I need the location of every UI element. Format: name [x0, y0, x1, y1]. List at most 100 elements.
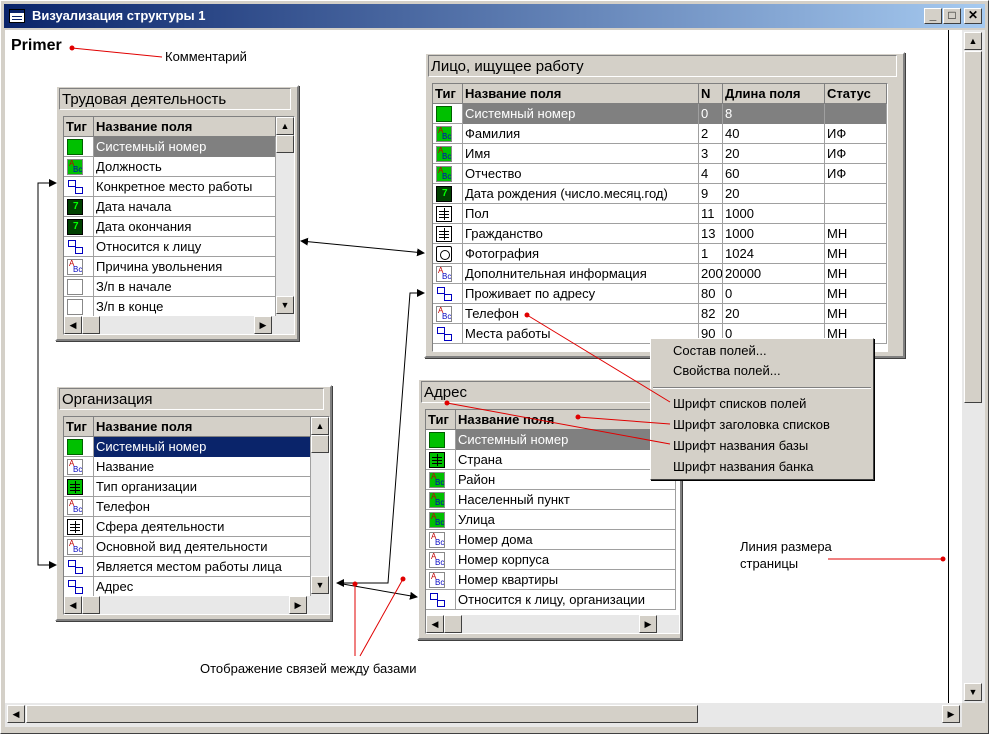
table-scroll-thumb[interactable] — [276, 135, 294, 153]
field-row[interactable]: Относится к лицу, организации — [426, 590, 676, 610]
field-row[interactable]: Тип организации — [64, 477, 311, 497]
field-row[interactable]: Дата рождения (число.месяц.год)920 — [433, 184, 887, 204]
column-header[interactable]: Статус — [825, 84, 887, 104]
field-row[interactable]: Сфера деятельности — [64, 517, 311, 537]
field-row[interactable]: Системный номер — [64, 137, 276, 157]
scroll-up-button[interactable]: ▲ — [964, 32, 982, 50]
table-panel-trud[interactable]: Трудовая деятельность Тиг Название поля Сис… — [55, 85, 299, 341]
menu-item-field-list-font[interactable]: Шрифт списков полей — [673, 394, 806, 414]
column-header[interactable]: Тиг — [64, 417, 94, 437]
field-row[interactable]: Основной вид деятельности — [64, 537, 311, 557]
vertical-scroll-thumb[interactable] — [964, 51, 982, 403]
field-row[interactable]: Номер квартиры — [426, 570, 676, 590]
table-vertical-scrollbar[interactable]: ▲ ▼ — [311, 417, 329, 596]
field-row[interactable]: Системный номер — [426, 430, 676, 450]
field-row[interactable]: Номер корпуса — [426, 550, 676, 570]
column-header[interactable]: Название поля — [463, 84, 699, 104]
comment-primer[interactable]: Primer — [11, 37, 62, 55]
table-scroll-down-button[interactable]: ▼ — [276, 296, 294, 314]
close-button[interactable]: ✕ — [964, 8, 982, 24]
table-title[interactable]: Лицо, ищущее работу — [428, 55, 897, 77]
table-panel-lico[interactable]: Лицо, ищущее работу Тиг Название поля N Длин… — [424, 52, 905, 358]
fields-grid[interactable]: Тиг Название поля N Длина поля Статус Системн… — [432, 83, 888, 352]
field-row[interactable]: Системный номер 0 8 — [433, 104, 887, 124]
table-panel-adres[interactable]: Адрес Тиг Название поля Системный номер Стра… — [417, 378, 682, 640]
menu-item-field-composition[interactable]: Состав полей... — [673, 341, 767, 361]
field-row[interactable]: Пол 11 1000 — [433, 204, 887, 224]
field-row[interactable]: З/п в начале — [64, 277, 276, 297]
menu-item-field-properties[interactable]: Свойства полей... — [673, 361, 781, 381]
table-hscroll-thumb[interactable] — [82, 596, 100, 614]
table-scroll-right-button[interactable]: ▶ — [254, 316, 272, 334]
field-row[interactable]: Район — [426, 470, 676, 490]
table-horizontal-scrollbar[interactable]: ◀ ▶ — [426, 615, 679, 633]
field-row[interactable]: З/п в конце — [64, 297, 276, 317]
fields-grid[interactable]: ТигНазвание поляСистемный номерСтранаРай… — [425, 409, 680, 634]
maximize-button[interactable]: □ — [943, 8, 961, 24]
table-title[interactable]: Организация — [59, 388, 324, 410]
title-bar[interactable]: Визуализация структуры 1 _ □ ✕ — [4, 4, 985, 28]
field-row[interactable]: Проживает по адресу 80 0 МН — [433, 284, 887, 304]
column-header[interactable]: Название поля — [456, 410, 676, 430]
table-scroll-down-button[interactable]: ▼ — [311, 576, 329, 594]
field-row[interactable]: Причина увольнения — [64, 257, 276, 277]
field-row[interactable]: Конкретное место работы — [64, 177, 276, 197]
table-vertical-scrollbar[interactable]: ▲ ▼ — [276, 117, 294, 316]
field-row[interactable]: Населенный пункт — [426, 490, 676, 510]
table-title[interactable]: Трудовая деятельность — [59, 88, 291, 110]
field-row[interactable]: Страна — [426, 450, 676, 470]
field-row[interactable]: Фотография 1 1024 МН — [433, 244, 887, 264]
vertical-scrollbar[interactable]: ▲ ▼ — [962, 30, 985, 703]
column-header[interactable]: Название поля — [94, 117, 276, 137]
table-title[interactable]: Адрес — [421, 381, 674, 403]
field-row[interactable]: Номер дома — [426, 530, 676, 550]
field-row[interactable]: Название — [64, 457, 311, 477]
table-scroll-up-button[interactable]: ▲ — [276, 117, 294, 135]
field-row[interactable]: Фамилия240ИФ — [433, 124, 887, 144]
table-horizontal-scrollbar[interactable]: ◀ ▶ — [64, 596, 329, 614]
table-hscroll-thumb[interactable] — [444, 615, 462, 633]
table-hscroll-thumb[interactable] — [82, 316, 100, 334]
table-scroll-right-button[interactable]: ▶ — [639, 615, 657, 633]
field-row[interactable]: Отчество460ИФ — [433, 164, 887, 184]
table-scroll-left-button[interactable]: ◀ — [426, 615, 444, 633]
field-row[interactable]: Дата окончания — [64, 217, 276, 237]
scroll-left-button[interactable]: ◀ — [7, 705, 25, 723]
table-panel-org[interactable]: Организация Тиг Название поля Системный ном… — [55, 385, 332, 621]
fields-grid[interactable]: ТигНазвание поляСистемный номерНазваниеТ… — [63, 416, 330, 615]
table-scroll-thumb[interactable] — [311, 435, 329, 453]
column-header[interactable]: Название поля — [94, 417, 311, 437]
column-header[interactable]: Тиг — [64, 117, 94, 137]
field-row[interactable]: Относится к лицу — [64, 237, 276, 257]
menu-item-bank-name-font[interactable]: Шрифт названия банка — [673, 457, 813, 477]
field-row[interactable]: Является местом работы лица — [64, 557, 311, 577]
fields-grid[interactable]: ТигНазвание поляСистемный номерДолжность… — [63, 116, 295, 335]
column-header[interactable]: Тиг — [426, 410, 456, 430]
field-row[interactable]: Адрес — [64, 577, 311, 597]
field-row[interactable]: Дата начала — [64, 197, 276, 217]
field-row[interactable]: Телефон — [64, 497, 311, 517]
menu-item-base-name-font[interactable]: Шрифт названия базы — [673, 436, 808, 456]
scroll-right-button[interactable]: ▶ — [942, 705, 960, 723]
field-row[interactable]: Улица — [426, 510, 676, 530]
field-row[interactable]: Дополнительная информация20020000МН — [433, 264, 887, 284]
field-row[interactable]: Имя320ИФ — [433, 144, 887, 164]
column-header[interactable]: Тиг — [433, 84, 463, 104]
horizontal-scroll-thumb[interactable] — [26, 705, 698, 723]
field-row[interactable]: Системный номер — [64, 437, 311, 457]
size-grip[interactable] — [962, 703, 985, 727]
column-header[interactable]: N — [699, 84, 723, 104]
field-row[interactable]: Телефон8220МН — [433, 304, 887, 324]
table-scroll-right-button[interactable]: ▶ — [289, 596, 307, 614]
column-header[interactable]: Длина поля — [723, 84, 825, 104]
minimize-button[interactable]: _ — [924, 8, 942, 24]
table-scroll-left-button[interactable]: ◀ — [64, 316, 82, 334]
scroll-down-button[interactable]: ▼ — [964, 683, 982, 701]
table-horizontal-scrollbar[interactable]: ◀ ▶ — [64, 316, 294, 334]
table-scroll-up-button[interactable]: ▲ — [311, 417, 329, 435]
table-scroll-left-button[interactable]: ◀ — [64, 596, 82, 614]
menu-item-list-header-font[interactable]: Шрифт заголовка списков — [673, 415, 830, 435]
field-row[interactable]: Должность — [64, 157, 276, 177]
horizontal-scrollbar[interactable]: ◀ ▶ — [5, 703, 962, 727]
field-row[interactable]: Гражданство 13 1000 МН — [433, 224, 887, 244]
